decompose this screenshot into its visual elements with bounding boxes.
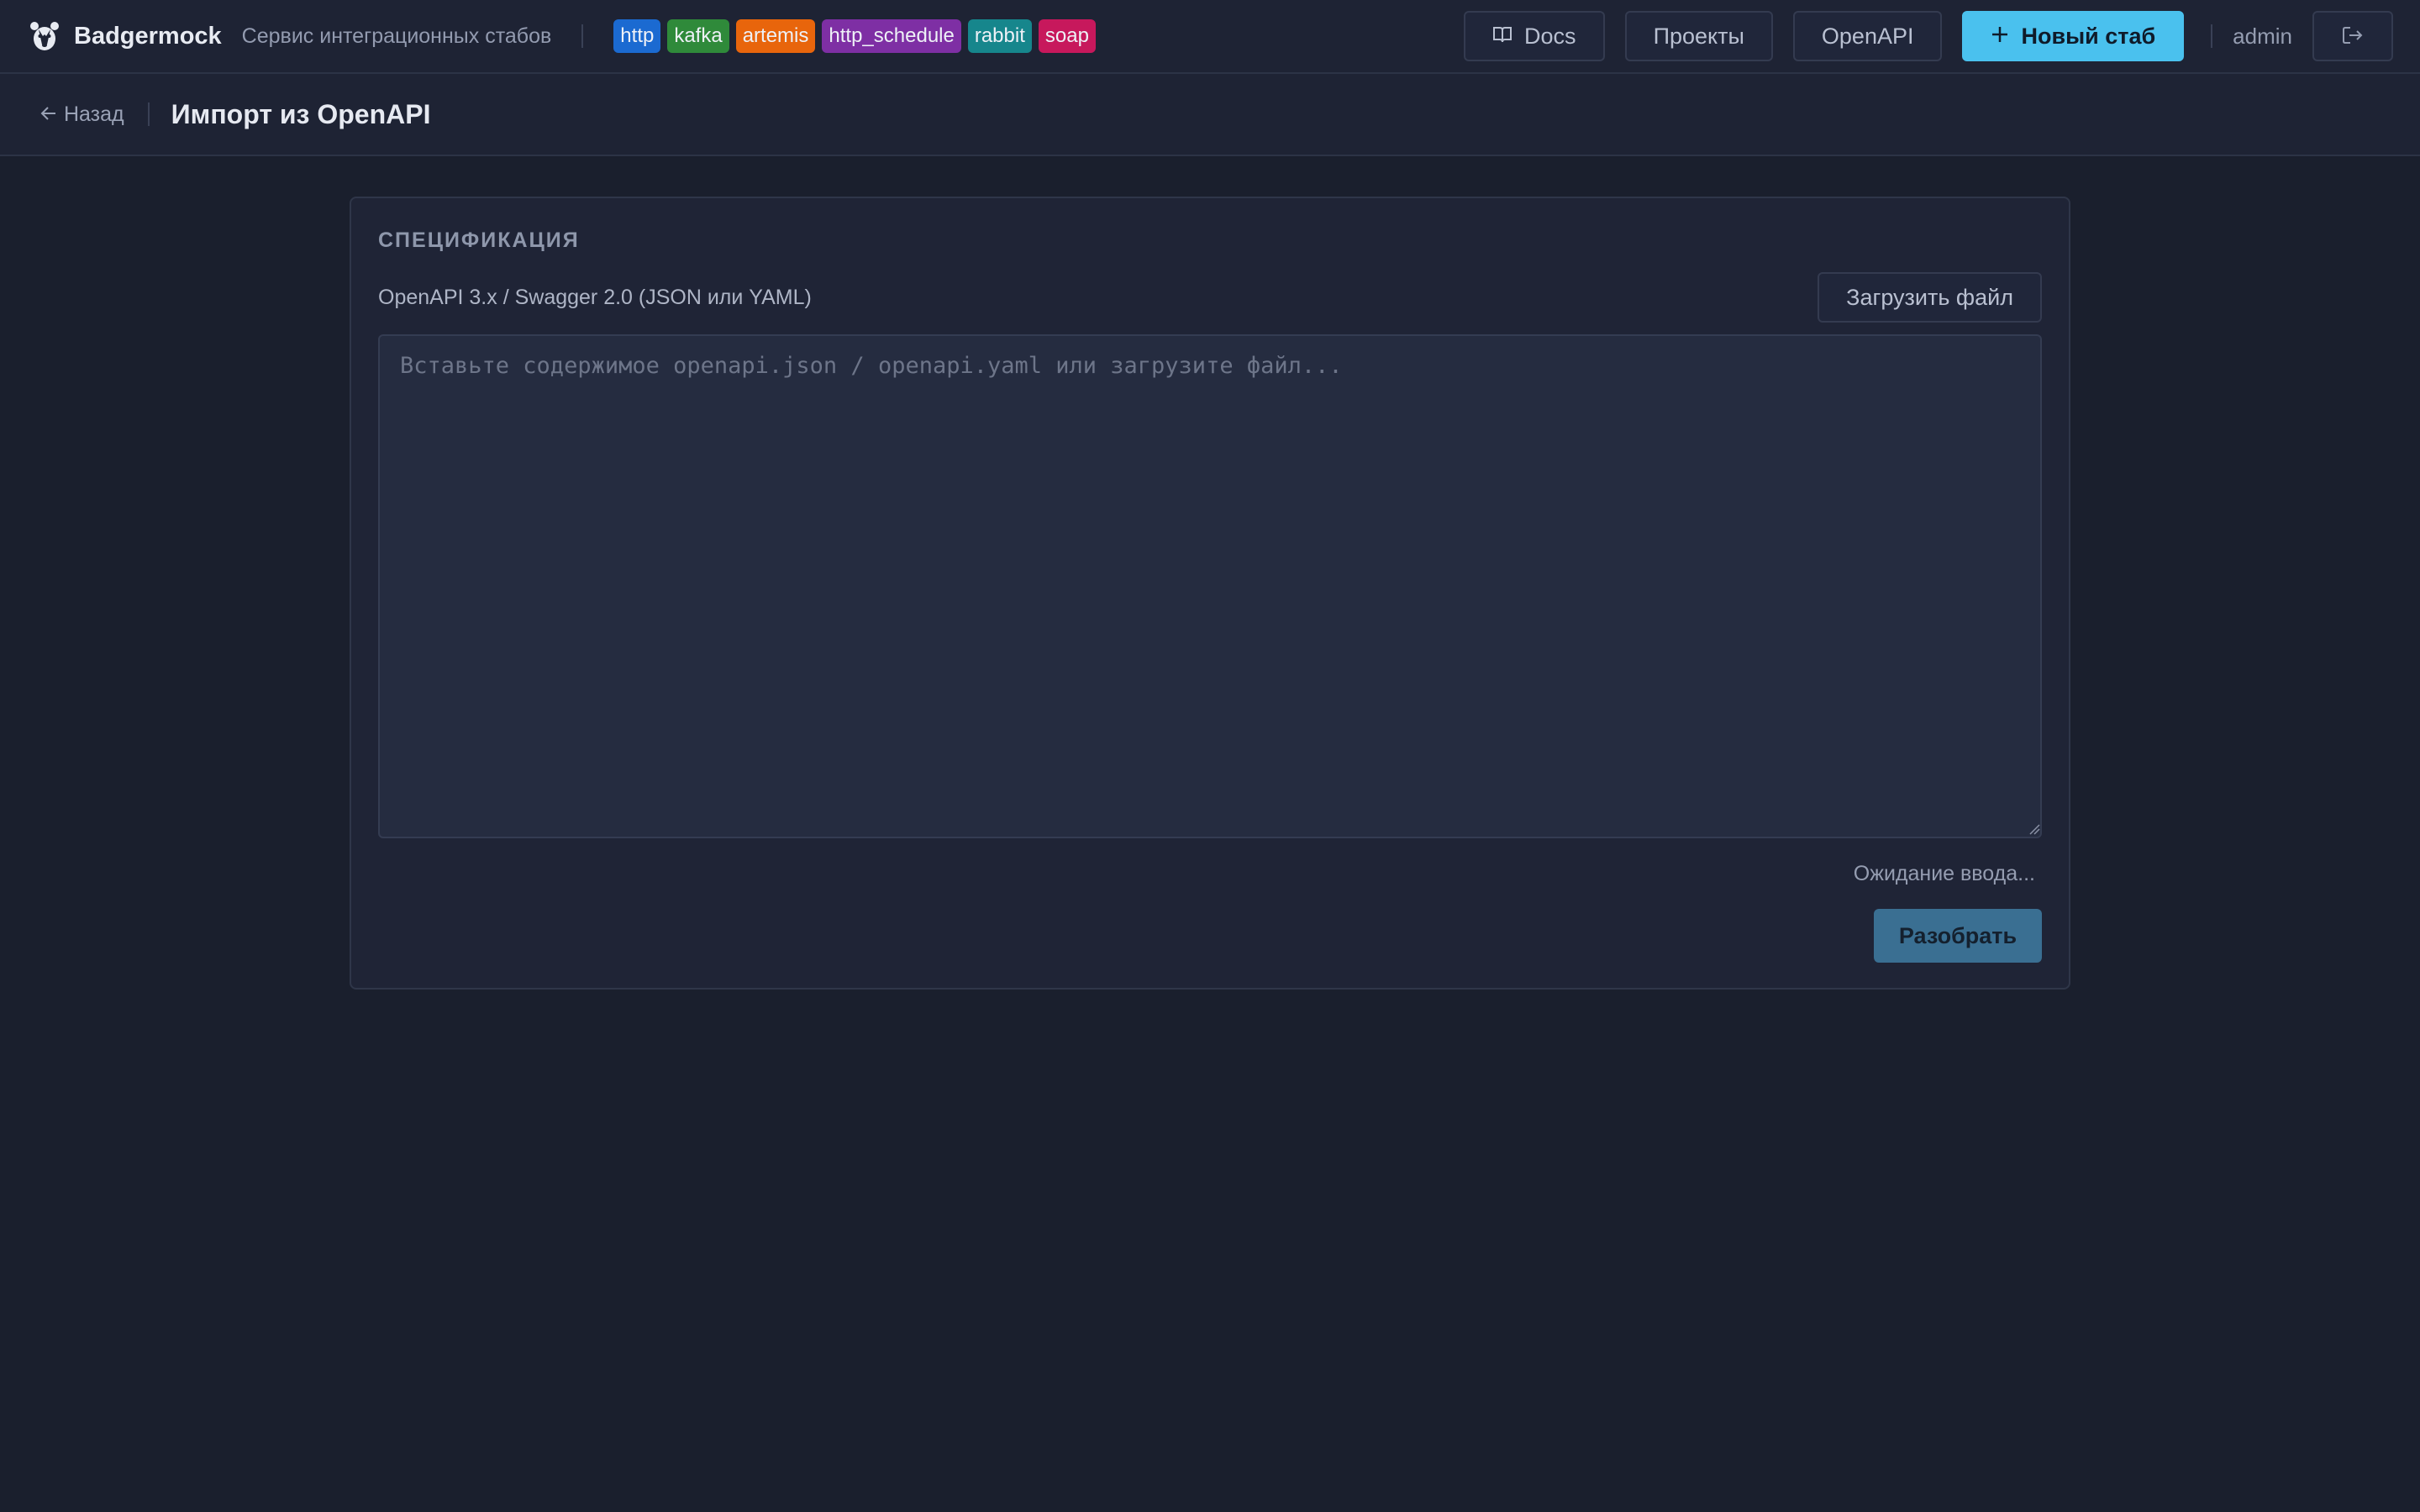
brand-subtitle: Сервис интеграционных стабов <box>241 24 552 48</box>
spec-textarea[interactable] <box>378 334 2042 838</box>
nav-actions: Docs Проекты OpenAPI Новый стаб admin <box>1464 11 2393 61</box>
brand[interactable]: Badgermock <box>27 18 222 54</box>
arrow-left-icon <box>40 102 57 127</box>
divider <box>2211 24 2213 48</box>
section-title: СПЕЦИФИКАЦИЯ <box>378 228 580 252</box>
docs-button[interactable]: Docs <box>1464 11 1605 61</box>
format-label: OpenAPI 3.x / Swagger 2.0 (JSON или YAML… <box>378 286 812 309</box>
logout-button[interactable] <box>2312 11 2393 61</box>
tag-http[interactable]: http <box>613 19 661 53</box>
divider <box>147 102 150 126</box>
tag-rabbit[interactable]: rabbit <box>967 19 1032 53</box>
plus-icon <box>1991 24 2021 50</box>
page-header: Назад Импорт из OpenAPI <box>0 74 2420 156</box>
new-stub-button[interactable]: Новый стаб <box>1962 11 2185 61</box>
book-icon <box>1492 24 1524 50</box>
status-text: Ожидание ввода... <box>1853 862 2035 885</box>
docs-label: Docs <box>1524 23 1576 49</box>
brand-name: Badgermock <box>74 22 222 50</box>
openapi-button[interactable]: OpenAPI <box>1792 11 1943 61</box>
back-label: Назад <box>64 102 124 126</box>
logout-icon <box>2342 25 2364 48</box>
parse-button[interactable]: Разобрать <box>1874 909 2042 963</box>
new-stub-label: Новый стаб <box>2021 23 2156 49</box>
resize-handle-icon[interactable] <box>2028 823 2040 835</box>
spec-card: СПЕЦИФИКАЦИЯ OpenAPI 3.x / Swagger 2.0 (… <box>350 197 2070 990</box>
upload-file-button[interactable]: Загрузить файл <box>1818 272 2042 323</box>
protocol-tags: http kafka artemis http_schedule rabbit … <box>613 19 1096 53</box>
page-title: Импорт из OpenAPI <box>171 98 431 129</box>
tag-soap[interactable]: soap <box>1038 19 1096 53</box>
tag-kafka[interactable]: kafka <box>667 19 729 53</box>
top-navbar: Badgermock Сервис интеграционных стабов … <box>0 0 2420 74</box>
divider <box>581 24 584 48</box>
back-link[interactable]: Назад <box>40 102 124 127</box>
projects-button[interactable]: Проекты <box>1624 11 1773 61</box>
user-name: admin <box>2233 23 2292 49</box>
tag-http-schedule[interactable]: http_schedule <box>822 19 961 53</box>
badger-icon <box>27 18 62 54</box>
tag-artemis[interactable]: artemis <box>735 19 816 53</box>
